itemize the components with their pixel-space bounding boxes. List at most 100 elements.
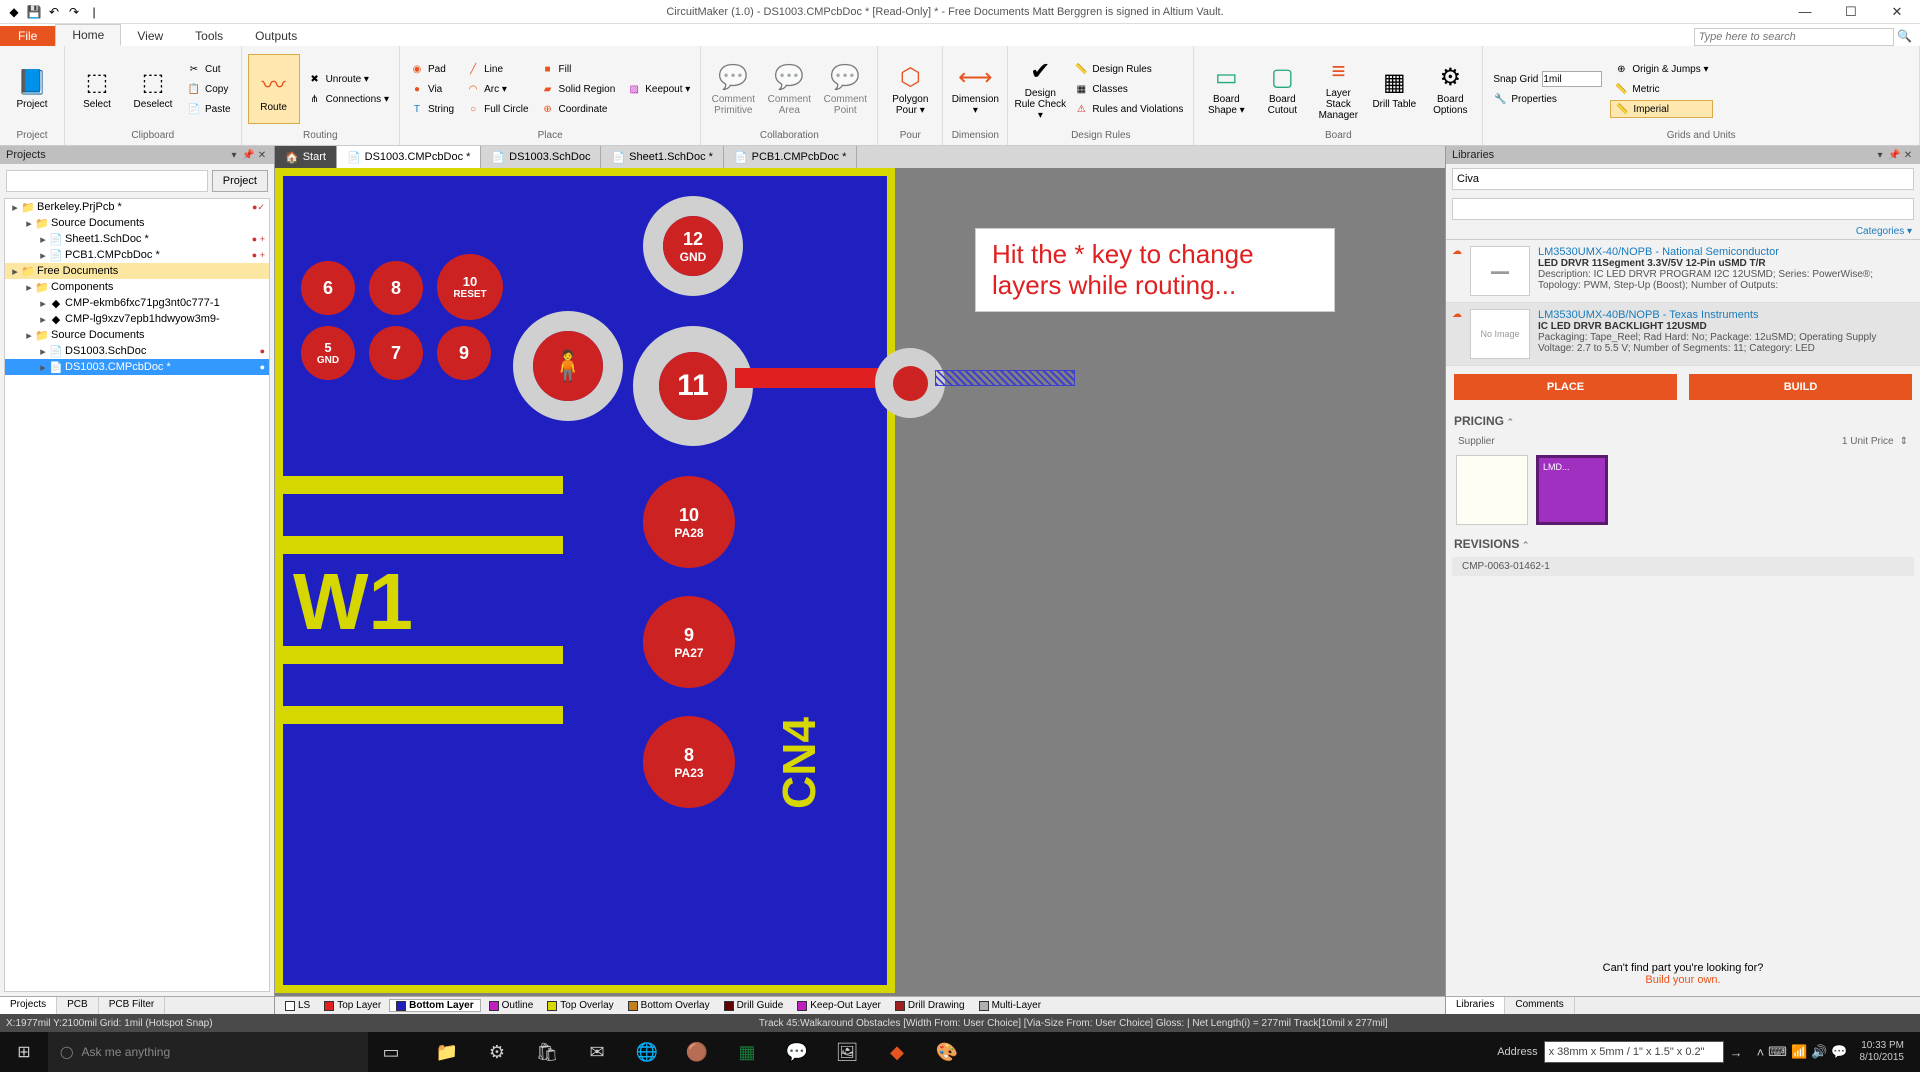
doc-tab[interactable]: 📄PCB1.CMPcbDoc *: [724, 146, 857, 168]
start-button[interactable]: ⊞: [0, 1042, 48, 1062]
cut-button[interactable]: ✂Cut: [183, 60, 235, 78]
layer-tab[interactable]: Bottom Layer: [389, 999, 480, 1012]
layer-tab[interactable]: Outline: [483, 1000, 540, 1011]
cortana-search[interactable]: ◯ Ask me anything: [48, 1032, 368, 1072]
library-search-input[interactable]: [1452, 168, 1914, 190]
task-view-button[interactable]: ▭: [368, 1032, 414, 1072]
doc-tab[interactable]: 📄DS1003.SchDoc: [481, 146, 601, 168]
board-options-button[interactable]: ⚙Board Options: [1424, 54, 1476, 124]
project-menu-button[interactable]: Project: [212, 170, 268, 192]
imperial-button[interactable]: 📏Imperial: [1610, 100, 1712, 118]
pin-icon[interactable]: 📌: [242, 150, 254, 161]
app-circuitmaker[interactable]: ◆: [874, 1032, 920, 1072]
tree-row[interactable]: ▸📄DS1003.CMPcbDoc *●: [5, 359, 269, 375]
board-cutout-button[interactable]: ▢Board Cutout: [1256, 54, 1308, 124]
redo-icon[interactable]: ↷: [66, 4, 82, 20]
app-excel[interactable]: ▦: [724, 1032, 770, 1072]
library-item[interactable]: ☁No ImageLM3530UMX-40B/NOPB - Texas Inst…: [1446, 303, 1920, 366]
tree-row[interactable]: ▸📄DS1003.SchDoc●: [5, 343, 269, 359]
properties-button[interactable]: 🔧Properties: [1489, 90, 1606, 108]
revisions-header[interactable]: REVISIONS: [1446, 531, 1920, 557]
app-paint[interactable]: 🎨: [924, 1032, 970, 1072]
tray-volume-icon[interactable]: 🔊: [1811, 1044, 1827, 1060]
unroute-button[interactable]: ✖Unroute ▾: [304, 70, 393, 88]
library-item[interactable]: ☁▬▬LM3530UMX-40/NOPB - National Semicond…: [1446, 240, 1920, 303]
layer-tab[interactable]: Multi-Layer: [973, 1000, 1047, 1011]
tab-pcbfilter-bottom[interactable]: PCB Filter: [99, 997, 166, 1014]
classes-button[interactable]: ▦Classes: [1070, 80, 1187, 98]
polygon-pour-button[interactable]: ⬡Polygon Pour ▾: [884, 54, 936, 124]
drc-button[interactable]: ✔Design Rule Check ▾: [1014, 54, 1066, 124]
copy-button[interactable]: 📋Copy: [183, 80, 235, 98]
select-button[interactable]: ⬚Select: [71, 54, 123, 124]
tab-tools[interactable]: Tools: [179, 26, 239, 46]
projects-filter-input[interactable]: [6, 170, 208, 192]
origin-button[interactable]: ⊕Origin & Jumps ▾: [1610, 60, 1712, 78]
violations-button[interactable]: ⚠Rules and Violations: [1070, 100, 1187, 118]
layer-tab[interactable]: Drill Drawing: [889, 1000, 971, 1011]
region-button[interactable]: ▰Solid Region: [537, 80, 620, 98]
layer-tab[interactable]: Top Overlay: [541, 1000, 619, 1011]
tree-row[interactable]: ▸◆CMP-ekmb6fxc71pg3nt0c777-1: [5, 295, 269, 311]
app-explorer[interactable]: 📁: [424, 1032, 470, 1072]
tray-up-icon[interactable]: ˄: [1757, 1045, 1765, 1060]
panel-menu-icon[interactable]: ▾: [228, 150, 240, 161]
tree-row[interactable]: ▸📄PCB1.CMPcbDoc *● +: [5, 247, 269, 263]
app-store[interactable]: 🛍: [524, 1032, 570, 1072]
layer-tab[interactable]: Bottom Overlay: [622, 1000, 716, 1011]
build-own-link[interactable]: Build your own.: [1645, 974, 1720, 986]
project-button[interactable]: 📘Project: [6, 54, 58, 124]
library-filter-input[interactable]: [1452, 198, 1914, 220]
tab-outputs[interactable]: Outputs: [239, 26, 313, 46]
build-button[interactable]: BUILD: [1689, 374, 1912, 400]
tab-libraries-bottom[interactable]: Libraries: [1446, 997, 1505, 1014]
layer-tab[interactable]: Keep-Out Layer: [791, 1000, 887, 1011]
ribbon-search-input[interactable]: [1694, 28, 1894, 46]
tab-projects-bottom[interactable]: Projects: [0, 997, 57, 1014]
fill-button[interactable]: ■Fill: [537, 60, 620, 78]
maximize-button[interactable]: ☐: [1828, 4, 1874, 20]
address-input[interactable]: [1544, 1041, 1724, 1063]
place-button[interactable]: PLACE: [1454, 374, 1677, 400]
connections-button[interactable]: ⋔Connections ▾: [304, 90, 393, 108]
tray-network-icon[interactable]: 📶: [1791, 1044, 1807, 1060]
layer-tab[interactable]: Top Layer: [318, 1000, 387, 1011]
file-tab[interactable]: File: [0, 26, 55, 46]
doc-tab[interactable]: 📄Sheet1.SchDoc *: [601, 146, 723, 168]
lsm-button[interactable]: ≡Layer Stack Manager: [1312, 54, 1364, 124]
app-chrome[interactable]: 🌐: [624, 1032, 670, 1072]
drill-table-button[interactable]: ▦Drill Table: [1368, 54, 1420, 124]
layer-tab[interactable]: Drill Guide: [718, 1000, 790, 1011]
categories-link[interactable]: Categories ▾: [1446, 224, 1920, 239]
search-icon[interactable]: 🔍: [1897, 29, 1912, 43]
coord-button[interactable]: ⊕Coordinate: [537, 100, 620, 118]
arc-button[interactable]: ◠Arc ▾: [462, 80, 532, 98]
close-panel-icon[interactable]: ✕: [1902, 150, 1914, 161]
preview-pcb[interactable]: LMD...: [1536, 455, 1608, 525]
paste-button[interactable]: 📄Paste: [183, 100, 235, 118]
pad-button[interactable]: ◉Pad: [406, 60, 458, 78]
metric-button[interactable]: 📏Metric: [1610, 80, 1712, 98]
tree-row[interactable]: ▸📁Free Documents: [5, 263, 269, 279]
pricing-header[interactable]: PRICING: [1446, 408, 1920, 434]
tab-pcb-bottom[interactable]: PCB: [57, 997, 99, 1014]
line-button[interactable]: ╱Line: [462, 60, 532, 78]
tree-row[interactable]: ▸📁Source Documents: [5, 215, 269, 231]
tree-row[interactable]: ▸📄Sheet1.SchDoc *● +: [5, 231, 269, 247]
dimension-button[interactable]: ⟷Dimension ▾: [949, 54, 1001, 124]
tree-row[interactable]: ▸📁Berkeley.PrjPcb *●✓: [5, 199, 269, 215]
sort-icon[interactable]: ⇕: [1900, 436, 1908, 447]
app-settings[interactable]: ⚙: [474, 1032, 520, 1072]
app-photos[interactable]: 🖼: [824, 1032, 870, 1072]
preview-schematic[interactable]: [1456, 455, 1528, 525]
doc-tab[interactable]: 🏠Start: [275, 146, 337, 168]
tree-row[interactable]: ▸◆CMP-lg9xzv7epb1hdwyow3m9-: [5, 311, 269, 327]
tab-home[interactable]: Home: [55, 24, 121, 46]
design-rules-button[interactable]: 📏Design Rules: [1070, 60, 1187, 78]
comment-point-button[interactable]: 💬Comment Point: [819, 54, 871, 124]
deselect-button[interactable]: ⬚Deselect: [127, 54, 179, 124]
pcb-canvas[interactable]: W1 CN4 6 8 10RESET 5GND 7 9 🧍 12GND 11 1…: [275, 168, 1445, 996]
go-icon[interactable]: →: [1730, 1045, 1743, 1060]
tray-keyboard-icon[interactable]: ⌨: [1768, 1044, 1787, 1060]
revision-item[interactable]: CMP-0063-01462-1: [1452, 557, 1914, 576]
